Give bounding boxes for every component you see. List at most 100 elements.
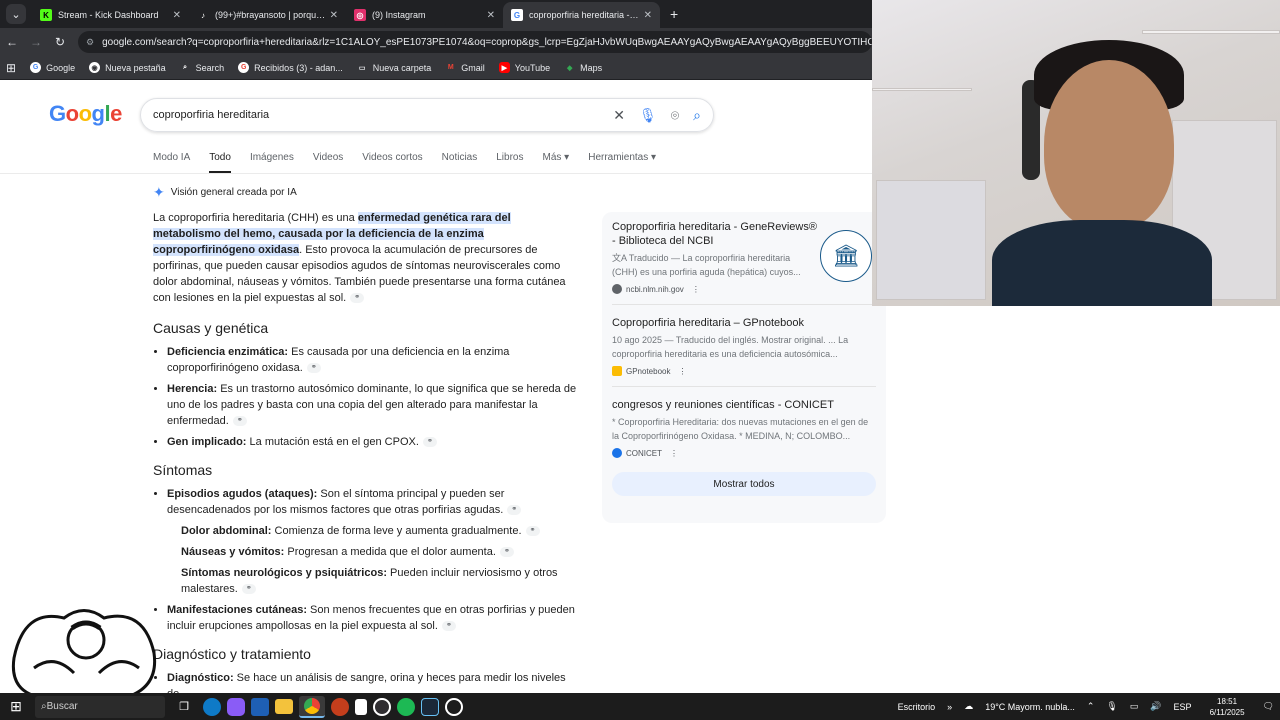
filter-books[interactable]: Libros xyxy=(496,152,523,174)
close-icon[interactable]: ✕ xyxy=(173,10,181,21)
network-icon[interactable]: ▭ xyxy=(1130,701,1139,712)
reload-icon[interactable]: ↻ xyxy=(48,35,72,49)
tab-search-button[interactable]: ⌄ xyxy=(6,4,26,24)
close-icon[interactable]: ✕ xyxy=(487,10,495,21)
url-input[interactable]: ⚙ google.com/search?q=coproporfiria+here… xyxy=(78,31,872,53)
task-view-icon[interactable]: ❐ xyxy=(171,696,197,718)
chevron-up-icon[interactable]: ⌃ xyxy=(1087,701,1095,712)
link-icon[interactable]: ⚭ xyxy=(525,526,540,537)
search-icon[interactable]: ⌕ xyxy=(693,107,701,124)
microphone-icon[interactable]: 🎙 xyxy=(639,107,657,124)
tab-google-search[interactable]: G coproporfiria hereditaria - Busc ✕ xyxy=(503,2,660,28)
source-card[interactable]: Coproporfiria hereditaria - GeneReviews®… xyxy=(612,220,876,305)
list-item: Gen implicado: La mutación está en el ge… xyxy=(167,434,578,450)
list-item: Manifestaciones cutáneas: Son menos frec… xyxy=(167,602,578,634)
forward-arrow-icon[interactable]: → xyxy=(24,35,48,49)
filter-more[interactable]: Más ▾ xyxy=(543,152,570,174)
streamer-face xyxy=(1044,60,1174,230)
tab-strip: ⌄ K Stream - Kick Dashboard ✕ ♪ (99+)#br… xyxy=(0,0,872,28)
bookmark-new-tab[interactable]: ◉ Nueva pestaña xyxy=(89,62,166,73)
filter-images[interactable]: Imágenes xyxy=(250,152,294,174)
shelf xyxy=(872,88,972,91)
apps-grid-icon[interactable]: ⊞ xyxy=(6,61,16,75)
clock[interactable]: 18:51 6/11/2025 xyxy=(1204,696,1251,718)
section-title-diagnosis: Diagnóstico y tratamiento xyxy=(153,646,311,662)
spotify-icon[interactable] xyxy=(397,697,415,716)
link-icon[interactable]: ⚭ xyxy=(306,363,321,374)
copilot-icon[interactable] xyxy=(227,697,245,716)
filter-ai-mode[interactable]: Modo IA xyxy=(153,152,190,174)
translate-icon: 文A xyxy=(612,253,629,263)
bookmark-search[interactable]: ⌕ Search xyxy=(180,62,224,73)
powerpoint-icon[interactable] xyxy=(331,697,349,716)
gmail-icon: M xyxy=(447,64,454,71)
document-icon[interactable] xyxy=(355,698,367,715)
bookmark-maps[interactable]: ◆ Maps xyxy=(564,62,602,73)
tab-kick[interactable]: K Stream - Kick Dashboard ✕ xyxy=(32,2,189,28)
tiktok-icon: ♪ xyxy=(201,10,205,20)
list-item: Deficiencia enzimática: Es causada por u… xyxy=(167,344,578,376)
close-icon[interactable]: ✕ xyxy=(330,10,338,21)
windows-start-icon[interactable]: ⊞ xyxy=(3,696,29,718)
bookmark-inbox[interactable]: G Recibidos (3) - adan... xyxy=(238,62,343,73)
streamer-body xyxy=(992,220,1212,306)
close-icon[interactable]: ✕ xyxy=(644,10,652,21)
notifications-icon[interactable]: 🗨 xyxy=(1263,701,1274,712)
mail-icon[interactable] xyxy=(251,697,269,716)
filter-videos[interactable]: Videos xyxy=(313,152,343,174)
more-vert-icon[interactable]: ⋮ xyxy=(678,367,686,376)
google-logo[interactable]: Google xyxy=(49,101,122,127)
search-icon: ⌕ xyxy=(183,63,188,71)
tab-instagram[interactable]: ◎ (9) Instagram ✕ xyxy=(346,2,503,28)
search-input[interactable]: coproporfiria hereditaria ✕ 🎙 ⌾ ⌕ xyxy=(140,98,714,132)
list-item: Episodios agudos (ataques): Son el sínto… xyxy=(167,486,578,597)
app-icon[interactable] xyxy=(445,697,463,716)
more-vert-icon[interactable]: ⋮ xyxy=(692,285,700,294)
source-card[interactable]: Coproporfiria hereditaria – GPnotebook 1… xyxy=(612,316,876,387)
edge-icon[interactable] xyxy=(203,697,221,716)
list-item: Herencia: Es un trastorno autosómico dom… xyxy=(167,381,578,429)
filter-tools[interactable]: Herramientas ▾ xyxy=(588,152,656,174)
symptoms-list: Episodios agudos (ataques): Son el sínto… xyxy=(167,486,578,634)
steam-icon[interactable] xyxy=(421,697,439,716)
shelf-cube xyxy=(876,180,986,300)
clear-icon[interactable]: ✕ xyxy=(613,107,625,124)
bookmark-google[interactable]: G Google xyxy=(30,62,75,73)
obs-icon[interactable] xyxy=(373,697,391,716)
tab-tiktok[interactable]: ♪ (99+)#brayansoto | porque pim ✕ xyxy=(189,2,346,28)
shelf-top xyxy=(1142,30,1280,34)
link-icon[interactable]: ⚭ xyxy=(507,505,522,516)
link-icon[interactable]: ⚭ xyxy=(422,437,437,448)
symptoms-sublist: Dolor abdominal: Comienza de forma leve … xyxy=(181,523,578,597)
weather-icon[interactable]: ☁ xyxy=(964,701,973,712)
chrome-icon[interactable] xyxy=(299,695,325,718)
link-icon[interactable]: ⚭ xyxy=(350,293,365,304)
filter-news[interactable]: Noticias xyxy=(442,152,478,174)
bookmark-gmail[interactable]: M Gmail xyxy=(445,62,485,73)
taskbar-search-box[interactable]: ⌕ Buscar xyxy=(35,695,165,718)
filter-all[interactable]: Todo xyxy=(209,152,231,174)
link-icon[interactable]: ⚭ xyxy=(499,547,514,558)
show-all-button[interactable]: Mostrar todos xyxy=(612,472,876,496)
volume-icon[interactable]: 🔊 xyxy=(1150,701,1161,712)
address-bar-row: ← → ↻ ⚙ google.com/search?q=coproporfiri… xyxy=(0,28,872,56)
link-icon[interactable]: ⚭ xyxy=(441,621,456,632)
link-icon[interactable]: ⚭ xyxy=(232,416,247,427)
google-icon: G xyxy=(511,9,523,21)
bookmark-youtube[interactable]: ▶ YouTube xyxy=(498,62,550,73)
youtube-icon: ▶ xyxy=(498,62,510,73)
file-explorer-icon[interactable] xyxy=(275,699,293,714)
back-arrow-icon[interactable]: ← xyxy=(0,35,24,49)
more-vert-icon[interactable]: ⋮ xyxy=(670,449,678,458)
source-card[interactable]: congresos y reuniones científicas - CONI… xyxy=(612,398,876,458)
camera-search-icon[interactable]: ⌾ xyxy=(671,107,679,124)
bookmark-folder[interactable]: ▭ Nueva carpeta xyxy=(357,62,431,73)
library-building-icon[interactable]: 🏛 xyxy=(820,230,872,282)
site-info-icon[interactable]: ⚙ xyxy=(86,37,94,48)
new-tab-button[interactable]: + xyxy=(670,6,678,22)
microphone-icon[interactable]: 🎙 xyxy=(1106,701,1117,712)
filter-short-videos[interactable]: Videos cortos xyxy=(362,152,422,174)
list-item: Síntomas neurológicos y psiquiátricos: P… xyxy=(181,567,558,595)
link-icon[interactable]: ⚭ xyxy=(241,584,256,595)
chevron-right-icon[interactable]: » xyxy=(947,702,952,712)
